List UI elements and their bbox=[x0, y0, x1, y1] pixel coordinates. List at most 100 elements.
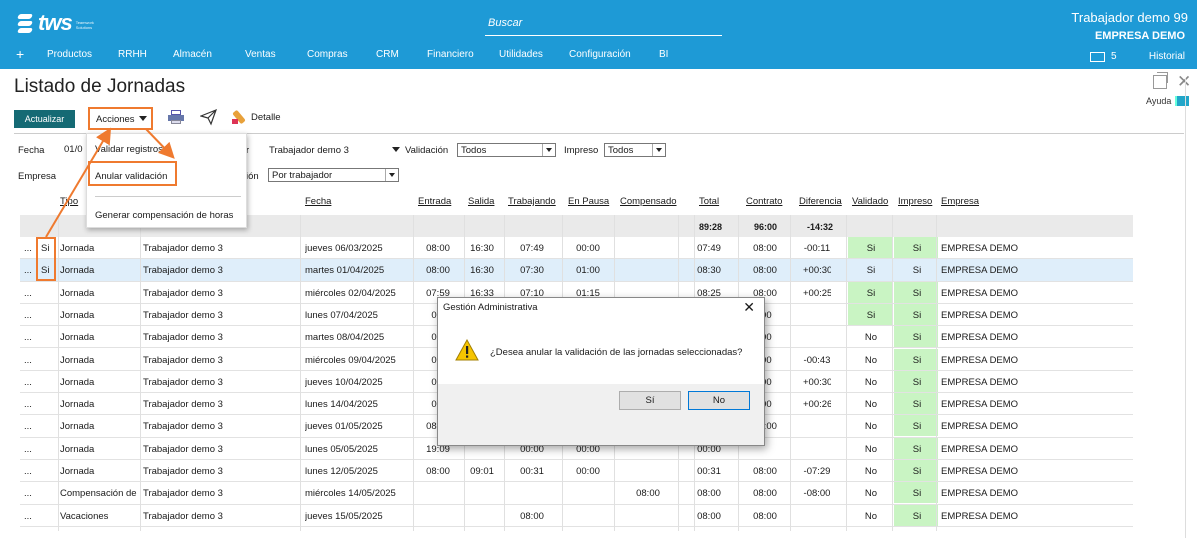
table-row[interactable]: ... Jornada Trabajador demo 3 lunes 12/05/2… bbox=[20, 460, 1133, 483]
yes-button[interactable]: Sí bbox=[619, 391, 681, 410]
cell-diferencia: -00:11 bbox=[803, 243, 831, 254]
add-icon[interactable]: + bbox=[16, 46, 24, 62]
cell-dots[interactable]: ... bbox=[24, 466, 32, 477]
table-row[interactable]: ... Compensación de Trabajador demo 3 miérc… bbox=[20, 482, 1133, 505]
nav-compras[interactable]: Compras bbox=[307, 49, 348, 60]
validacion-select[interactable]: Todos bbox=[457, 143, 556, 157]
nav-ventas[interactable]: Ventas bbox=[245, 49, 276, 60]
acciones-button[interactable]: Acciones bbox=[88, 107, 153, 130]
nav-rrhh[interactable]: RRHH bbox=[118, 49, 147, 60]
col-header-contrato[interactable]: Contrato bbox=[746, 196, 782, 207]
agrupacion-select[interactable]: Por trabajador bbox=[268, 168, 399, 182]
col-header-salida[interactable]: Salida bbox=[468, 196, 494, 207]
user-name[interactable]: Trabajador demo 99 bbox=[1071, 10, 1188, 25]
col-header-total[interactable]: Total bbox=[699, 196, 719, 207]
nav-bi[interactable]: BI bbox=[659, 49, 668, 60]
close-icon[interactable]: ✕ bbox=[743, 299, 755, 316]
cell-dots[interactable]: ... bbox=[24, 355, 32, 366]
cell-trabajador: Trabajador demo 3 bbox=[143, 376, 223, 388]
col-header-empresa[interactable]: Empresa bbox=[941, 196, 979, 207]
cell-diferencia: -08:00 bbox=[803, 488, 831, 500]
cell-dots[interactable]: ... bbox=[24, 310, 32, 321]
confirm-dialog: Gestión Administrativa ✕ ¿Desea anular l… bbox=[437, 297, 765, 446]
cell-dots[interactable]: ... bbox=[24, 332, 32, 343]
table-row[interactable]: ... Si Jornada Trabajador demo 3 martes 01/0… bbox=[20, 259, 1133, 282]
cell-contrato: 08:00 bbox=[753, 243, 777, 254]
nav-crm[interactable]: CRM bbox=[376, 49, 399, 60]
nav-financiero[interactable]: Financiero bbox=[427, 49, 474, 60]
detail-pen-icon bbox=[232, 109, 246, 125]
col-header-en-pausa[interactable]: En Pausa bbox=[568, 196, 609, 207]
trabajador-value: Trabajador demo 3 bbox=[269, 145, 349, 156]
cell-dots[interactable]: ... bbox=[24, 265, 32, 276]
fecha-label: Fecha bbox=[18, 145, 45, 156]
cell-fecha: jueves 15/05/2025 bbox=[305, 510, 383, 522]
no-button[interactable]: No bbox=[688, 391, 750, 410]
col-header-fecha[interactable]: Fecha bbox=[305, 196, 331, 207]
mail-button[interactable]: 5 bbox=[1090, 51, 1117, 62]
cell-impreso: Si bbox=[912, 243, 922, 254]
cell-validado: No bbox=[864, 466, 878, 477]
cell-empresa: EMPRESA DEMO bbox=[941, 510, 1019, 522]
menu-validar-registros[interactable]: Validar registros bbox=[95, 144, 163, 155]
col-header-tipo[interactable]: Tipo bbox=[60, 196, 78, 207]
restore-window-icon[interactable] bbox=[1153, 72, 1168, 89]
nav-configuracion[interactable]: Configuración bbox=[569, 49, 631, 60]
nav-almacen[interactable]: Almacén bbox=[173, 49, 212, 60]
tws-logo[interactable]: tws Teamwork Solutions bbox=[16, 10, 100, 36]
col-header-validado[interactable]: Validado bbox=[852, 196, 888, 207]
cell-dots[interactable]: ... bbox=[24, 377, 32, 388]
cell-tipo: Jornada bbox=[60, 354, 95, 366]
col-header-compensado[interactable]: Compensado bbox=[620, 196, 677, 207]
cell-diferencia: -00:43 bbox=[803, 354, 831, 366]
grid-line bbox=[300, 215, 301, 531]
cell-impreso: Si bbox=[912, 376, 922, 388]
cell-tipo: Vacaciones bbox=[60, 510, 109, 522]
agrupacion-label: ión bbox=[246, 171, 259, 182]
cell-trabajador: Trabajador demo 3 bbox=[143, 354, 223, 366]
nav-productos[interactable]: Productos bbox=[47, 49, 92, 60]
send-icon[interactable] bbox=[199, 108, 218, 129]
cell-dots[interactable]: ... bbox=[24, 288, 32, 299]
col-header-impreso[interactable]: Impreso bbox=[898, 196, 932, 207]
logo-text: tws bbox=[38, 10, 73, 35]
impreso-select[interactable]: Todos bbox=[604, 143, 666, 157]
table-row[interactable]: ... Si Jornada Trabajador demo 3 jueves 06/0… bbox=[20, 237, 1133, 260]
menu-anular-validacion[interactable]: Anular validación bbox=[95, 171, 167, 182]
historial-link[interactable]: Historial bbox=[1149, 51, 1185, 62]
book-icon bbox=[1175, 96, 1190, 106]
mail-count: 5 bbox=[1111, 51, 1117, 62]
col-header-trabajando[interactable]: Trabajando bbox=[508, 196, 556, 207]
cell-dots[interactable]: ... bbox=[24, 243, 32, 254]
print-icon[interactable] bbox=[168, 110, 184, 124]
cell-contrato: 08:00 bbox=[753, 265, 777, 277]
cell-dots[interactable]: ... bbox=[24, 444, 32, 455]
search-input[interactable]: Buscar bbox=[485, 14, 722, 36]
cell-dots[interactable]: ... bbox=[24, 421, 32, 432]
warning-icon bbox=[455, 339, 479, 361]
trabajador-select[interactable]: Trabajador demo 3 bbox=[269, 145, 400, 156]
cell-dots[interactable]: ... bbox=[24, 488, 32, 499]
menu-generar-compensacion[interactable]: Generar compensación de horas bbox=[95, 210, 233, 221]
cell-empresa: EMPRESA DEMO bbox=[941, 399, 1019, 411]
cell-dots[interactable]: ... bbox=[24, 399, 32, 410]
fecha-input[interactable]: 01/0 bbox=[64, 144, 83, 155]
help-button[interactable]: Ayuda bbox=[1146, 96, 1190, 106]
company-name[interactable]: EMPRESA DEMO bbox=[1095, 30, 1185, 42]
actualizar-button[interactable]: Actualizar bbox=[14, 110, 75, 128]
table-row[interactable]: ... Vacaciones Trabajador demo 3 jueves 15/… bbox=[20, 504, 1133, 527]
cell-entrada: 08:00 bbox=[426, 243, 450, 254]
cell-dots[interactable]: ... bbox=[24, 511, 32, 522]
col-header-diferencia[interactable]: Diferencia bbox=[799, 196, 842, 207]
top-bar: tws Teamwork Solutions Buscar Trabajador… bbox=[0, 0, 1197, 69]
cell-contrato: 08:00 bbox=[753, 466, 777, 477]
chevron-down-icon bbox=[391, 147, 400, 152]
nav-utilidades[interactable]: Utilidades bbox=[499, 49, 543, 60]
detalle-button[interactable]: Detalle bbox=[232, 109, 281, 125]
highlight-box bbox=[36, 237, 56, 281]
cell-empresa: EMPRESA DEMO bbox=[941, 466, 1019, 477]
dialog-title-bar: Gestión Administrativa ✕ bbox=[438, 298, 764, 318]
cell-diferencia: +00:25 bbox=[803, 287, 831, 299]
col-header-entrada[interactable]: Entrada bbox=[418, 196, 451, 207]
cell-tipo: Jornada bbox=[60, 243, 95, 254]
